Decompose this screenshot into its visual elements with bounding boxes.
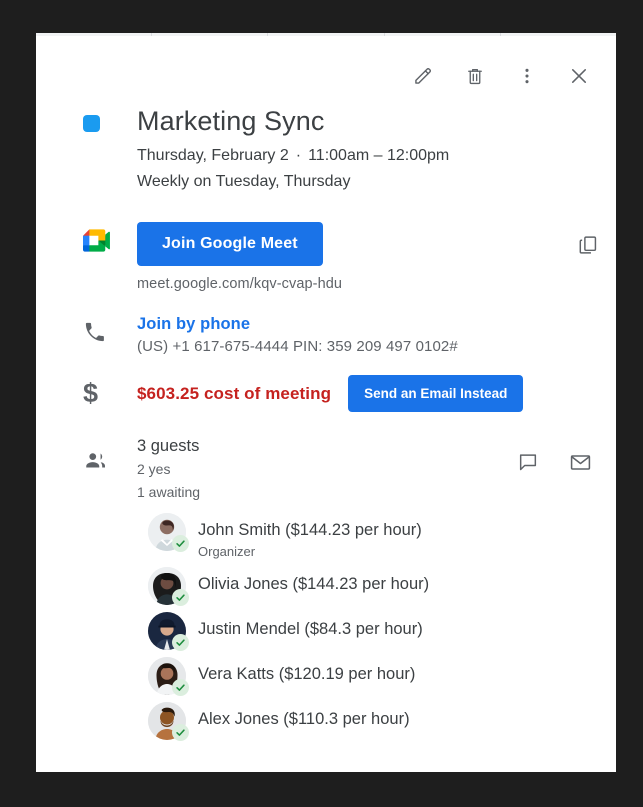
- meeting-cost-text: $603.25 cost of meeting: [137, 384, 331, 404]
- guest-awaiting-count: 1 awaiting: [137, 481, 514, 504]
- list-item[interactable]: Justin Mendel ($84.3 per hour): [148, 609, 616, 654]
- event-time: 11:00am – 12:00pm: [308, 147, 449, 164]
- avatar: [148, 702, 186, 740]
- event-color-chip: [83, 115, 100, 132]
- guest-count: 3 guests: [137, 434, 514, 458]
- event-header: Marketing Sync Thursday, February 2·11:0…: [36, 104, 616, 194]
- phone-number-details: (US) +1 617-675-4444 PIN: 359 209 497 01…: [137, 338, 616, 355]
- guest-name: John Smith ($144.23 per hour): [198, 519, 422, 541]
- guests-icon-wrap: [83, 434, 137, 479]
- rsvp-yes-badge: [172, 634, 189, 651]
- datetime-separator: ·: [289, 147, 308, 164]
- guest-list: John Smith ($144.23 per hour) Organizer: [36, 510, 616, 744]
- join-by-phone-link[interactable]: Join by phone: [137, 315, 616, 334]
- event-recurrence: Weekly on Tuesday, Thursday: [137, 169, 616, 194]
- avatar: [148, 657, 186, 695]
- guest-name: Vera Katts ($120.19 per hour): [198, 663, 415, 685]
- mail-icon[interactable]: [566, 448, 594, 476]
- list-item[interactable]: Olivia Jones ($144.23 per hour): [148, 564, 616, 609]
- dollar-icon-wrap: $: [83, 380, 137, 407]
- google-meet-section: Join Google Meet meet.google.com/kqv-cva…: [36, 222, 616, 292]
- join-google-meet-button[interactable]: Join Google Meet: [137, 222, 323, 266]
- guests-summary-section: 3 guests 2 yes 1 awaiting: [36, 434, 616, 504]
- meeting-cost-section: $ $603.25 cost of meeting Send an Email …: [36, 375, 616, 412]
- page-title: Marketing Sync: [137, 104, 616, 138]
- google-meet-icon: [83, 229, 110, 257]
- rsvp-yes-badge: [172, 724, 189, 741]
- phone-icon-wrap: [83, 315, 137, 349]
- copy-icon[interactable]: [571, 228, 605, 262]
- avatar: [148, 513, 186, 551]
- guest-name: Olivia Jones ($144.23 per hour): [198, 573, 429, 595]
- people-icon: [83, 448, 109, 479]
- guest-role: Organizer: [198, 542, 422, 561]
- list-item[interactable]: Alex Jones ($110.3 per hour): [148, 699, 616, 744]
- phone-icon: [83, 321, 106, 349]
- rsvp-yes-badge: [172, 535, 189, 552]
- guest-name: Justin Mendel ($84.3 per hour): [198, 618, 423, 640]
- guest-name: Alex Jones ($110.3 per hour): [198, 708, 410, 730]
- google-meet-icon-wrap: [83, 222, 137, 257]
- avatar: [148, 567, 186, 605]
- dollar-icon: $: [83, 380, 98, 407]
- event-datetime: Thursday, February 2·11:00am – 12:00pm: [137, 143, 616, 169]
- rsvp-yes-badge: [172, 589, 189, 606]
- close-icon[interactable]: [564, 61, 594, 91]
- edit-icon[interactable]: [408, 61, 438, 91]
- trash-icon[interactable]: [460, 61, 490, 91]
- chat-icon[interactable]: [514, 448, 542, 476]
- rsvp-yes-badge: [172, 679, 189, 696]
- list-item[interactable]: Vera Katts ($120.19 per hour): [148, 654, 616, 699]
- avatar: [148, 612, 186, 650]
- event-detail-dialog: Marketing Sync Thursday, February 2·11:0…: [36, 36, 616, 772]
- event-date: Thursday, February 2: [137, 147, 289, 164]
- screen: Marketing Sync Thursday, February 2·11:0…: [0, 0, 643, 807]
- event-color-chip-wrap: [83, 104, 137, 132]
- join-by-phone-section: Join by phone (US) +1 617-675-4444 PIN: …: [36, 315, 616, 355]
- guest-actions: [514, 448, 594, 476]
- guest-yes-count: 2 yes: [137, 458, 514, 481]
- send-email-instead-button[interactable]: Send an Email Instead: [348, 375, 523, 412]
- dialog-toolbar: [36, 36, 616, 94]
- more-options-icon[interactable]: [512, 61, 542, 91]
- meet-url[interactable]: meet.google.com/kqv-cvap-hdu: [137, 276, 571, 292]
- list-item[interactable]: John Smith ($144.23 per hour) Organizer: [148, 510, 616, 564]
